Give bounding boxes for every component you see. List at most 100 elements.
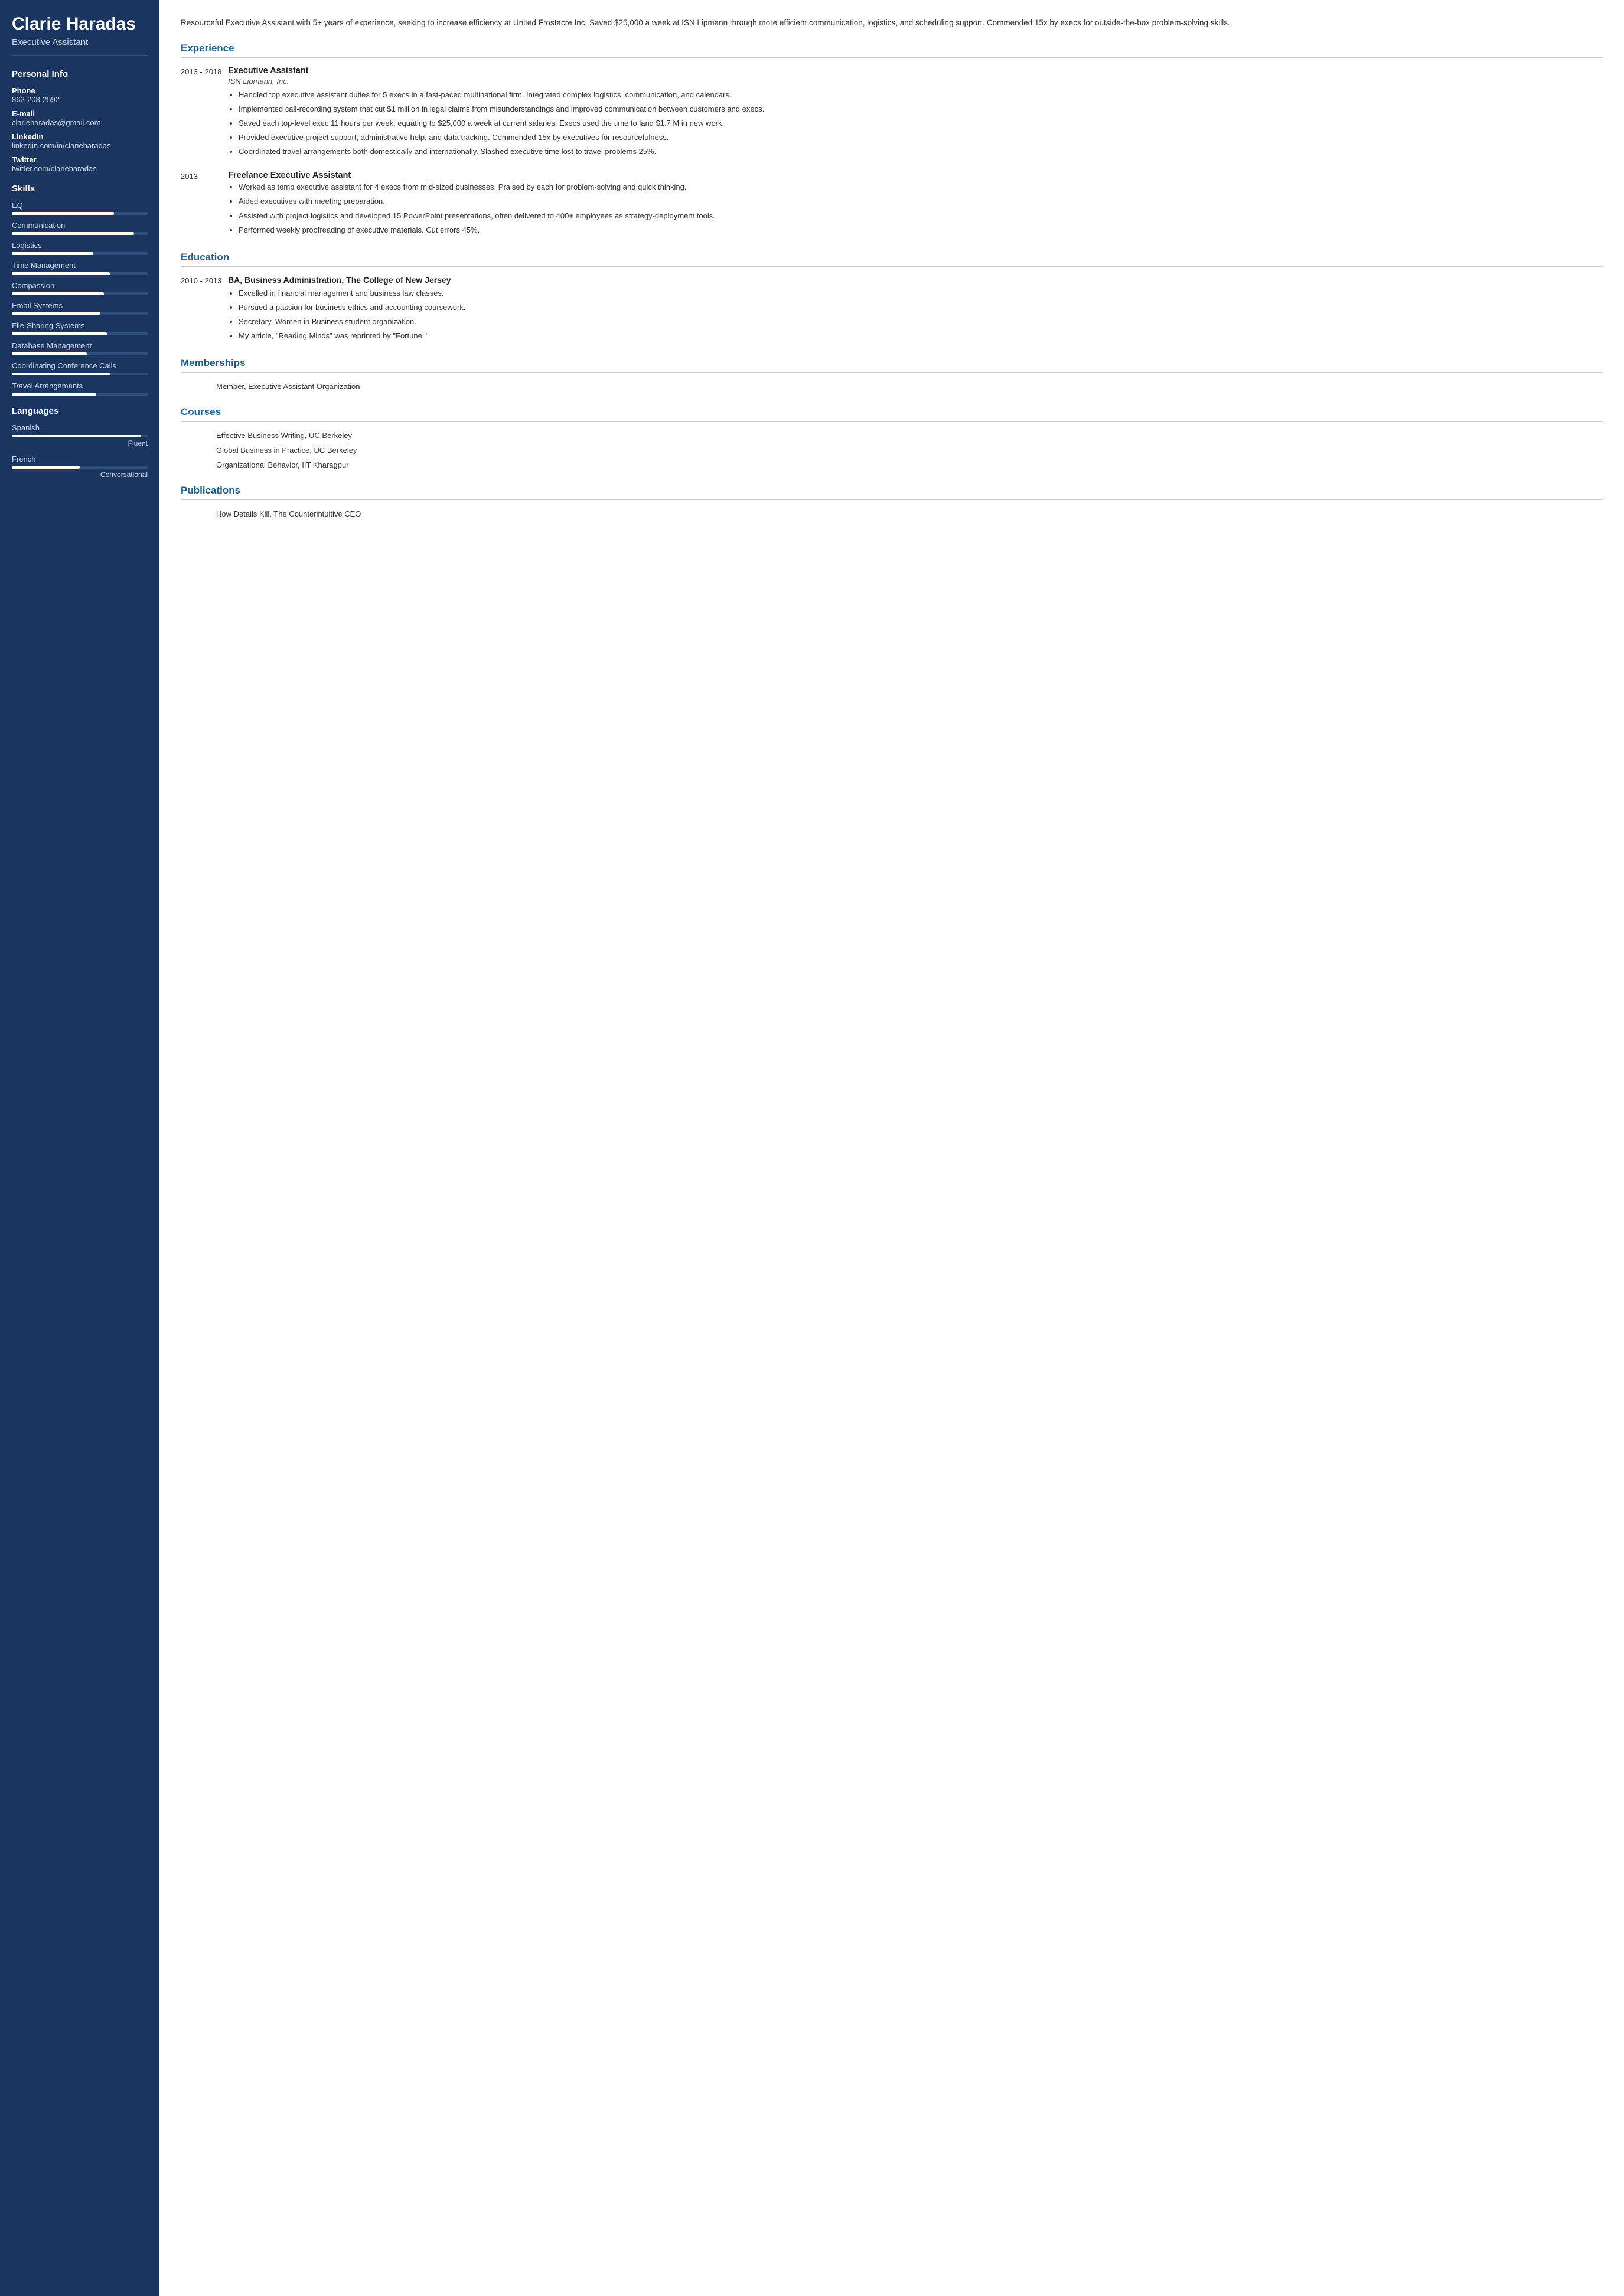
entry-job-title: Freelance Executive Assistant	[228, 171, 1603, 180]
language-bar-bg	[12, 466, 148, 469]
language-bar-fill	[12, 466, 80, 469]
skill-item: Email Systems	[12, 301, 148, 315]
linkedin-value: linkedin.com/in/clarieharadas	[12, 141, 148, 150]
skills-heading: Skills	[12, 184, 148, 194]
skill-bar-bg	[12, 373, 148, 375]
edu-content: BA, Business Administration, The College…	[228, 275, 1603, 345]
education-entry: 2010 - 2013 BA, Business Administration,…	[181, 275, 1603, 345]
skill-bar-fill	[12, 352, 87, 355]
education-section: Education 2010 - 2013 BA, Business Admin…	[181, 252, 1603, 345]
skill-bar-fill	[12, 272, 110, 275]
experience-title: Experience	[181, 43, 1603, 58]
bullet: Aided executives with meeting preparatio…	[239, 195, 1603, 207]
publications-list: How Details Kill, The Counterintuitive C…	[181, 508, 1603, 521]
entry-job-title: Executive Assistant	[228, 66, 1603, 76]
education-title: Education	[181, 252, 1603, 267]
edu-degree: BA, Business Administration, The College…	[228, 275, 1603, 285]
membership-item: Member, Executive Assistant Organization	[181, 381, 1603, 393]
skill-bar-bg	[12, 212, 148, 215]
main-content: Resourceful Executive Assistant with 5+ …	[159, 0, 1624, 2296]
bullet: Assisted with project logistics and deve…	[239, 210, 1603, 222]
skill-item: Database Management	[12, 341, 148, 355]
skill-bar-bg	[12, 332, 148, 335]
memberships-section: Memberships Member, Executive Assistant …	[181, 357, 1603, 393]
linkedin-item: LinkedIn linkedin.com/in/clarieharadas	[12, 132, 148, 150]
skill-label: Time Management	[12, 261, 148, 270]
language-name: French	[12, 455, 148, 463]
skill-bar-bg	[12, 252, 148, 255]
skill-label: Email Systems	[12, 301, 148, 310]
skill-item: File-Sharing Systems	[12, 321, 148, 335]
skill-bar-fill	[12, 232, 134, 235]
entry-bullets: Worked as temp executive assistant for 4…	[228, 181, 1603, 236]
publications-section: Publications How Details Kill, The Count…	[181, 485, 1603, 521]
experience-entries: 2013 - 2018 Executive Assistant ISN Lipm…	[181, 66, 1603, 239]
bullet: Coordinated travel arrangements both dom…	[239, 146, 1603, 158]
skill-label: Coordinating Conference Calls	[12, 361, 148, 370]
skill-bar-bg	[12, 272, 148, 275]
bullet: Pursued a passion for business ethics an…	[239, 302, 1603, 313]
languages-heading: Languages	[12, 406, 148, 416]
course-item: Organizational Behavior, IIT Kharagpur	[181, 459, 1603, 472]
experience-entry: 2013 - 2018 Executive Assistant ISN Lipm…	[181, 66, 1603, 161]
experience-entry: 2013 Freelance Executive Assistant Worke…	[181, 171, 1603, 239]
publications-title: Publications	[181, 485, 1603, 500]
twitter-label: Twitter	[12, 155, 148, 164]
skills-list: EQ Communication Logistics Time Manageme…	[12, 201, 148, 396]
skill-item: Coordinating Conference Calls	[12, 361, 148, 375]
language-item: Spanish Fluent	[12, 423, 148, 448]
skill-bar-fill	[12, 393, 96, 396]
courses-title: Courses	[181, 406, 1603, 422]
bullet: Excelled in financial management and bus…	[239, 288, 1603, 299]
language-bar-fill	[12, 435, 141, 437]
bullet: Worked as temp executive assistant for 4…	[239, 181, 1603, 193]
summary-text: Resourceful Executive Assistant with 5+ …	[181, 17, 1603, 30]
experience-section: Experience 2013 - 2018 Executive Assista…	[181, 43, 1603, 239]
language-bar-bg	[12, 435, 148, 437]
bullet: Saved each top-level exec 11 hours per w…	[239, 117, 1603, 129]
bullet: Provided executive project support, admi…	[239, 132, 1603, 143]
twitter-item: Twitter twitter.com/clarieharadas	[12, 155, 148, 173]
personal-info-heading: Personal Info	[12, 69, 148, 79]
languages-list: Spanish Fluent French Conversational	[12, 423, 148, 479]
skill-bar-bg	[12, 352, 148, 355]
skill-bar-bg	[12, 312, 148, 315]
bullet: Handled top executive assistant duties f…	[239, 89, 1603, 101]
entry-content: Freelance Executive Assistant Worked as …	[228, 171, 1603, 239]
language-level: Conversational	[12, 471, 148, 479]
course-item: Global Business in Practice, UC Berkeley	[181, 445, 1603, 457]
skill-bar-fill	[12, 312, 100, 315]
skill-label: Travel Arrangements	[12, 381, 148, 390]
publication-item: How Details Kill, The Counterintuitive C…	[181, 508, 1603, 521]
skill-label: Database Management	[12, 341, 148, 350]
phone-item: Phone 862-208-2592	[12, 86, 148, 104]
language-name: Spanish	[12, 423, 148, 432]
entry-dates: 2013 - 2018	[181, 66, 228, 161]
skill-item: EQ	[12, 201, 148, 215]
skill-bar-fill	[12, 252, 93, 255]
language-level: Fluent	[12, 439, 148, 448]
linkedin-label: LinkedIn	[12, 132, 148, 141]
bullet: My article, "Reading Minds" was reprinte…	[239, 330, 1603, 342]
skill-item: Time Management	[12, 261, 148, 275]
skill-bar-fill	[12, 292, 104, 295]
education-entries: 2010 - 2013 BA, Business Administration,…	[181, 275, 1603, 345]
skill-label: Communication	[12, 221, 148, 230]
phone-label: Phone	[12, 86, 148, 95]
skill-bar-bg	[12, 393, 148, 396]
skill-bar-fill	[12, 373, 110, 375]
sidebar: Clarie Haradas Executive Assistant Perso…	[0, 0, 159, 2296]
email-item: E-mail clarieharadas@gmail.com	[12, 109, 148, 127]
skill-bar-fill	[12, 332, 107, 335]
skill-item: Travel Arrangements	[12, 381, 148, 396]
twitter-value: twitter.com/clarieharadas	[12, 164, 148, 173]
bullet: Performed weekly proofreading of executi…	[239, 224, 1603, 236]
skill-label: EQ	[12, 201, 148, 210]
language-item: French Conversational	[12, 455, 148, 479]
skill-item: Logistics	[12, 241, 148, 255]
skill-bar-bg	[12, 292, 148, 295]
candidate-title: Executive Assistant	[12, 37, 148, 56]
courses-list: Effective Business Writing, UC BerkeleyG…	[181, 430, 1603, 471]
skill-label: Logistics	[12, 241, 148, 250]
bullet: Implemented call-recording system that c…	[239, 103, 1603, 115]
